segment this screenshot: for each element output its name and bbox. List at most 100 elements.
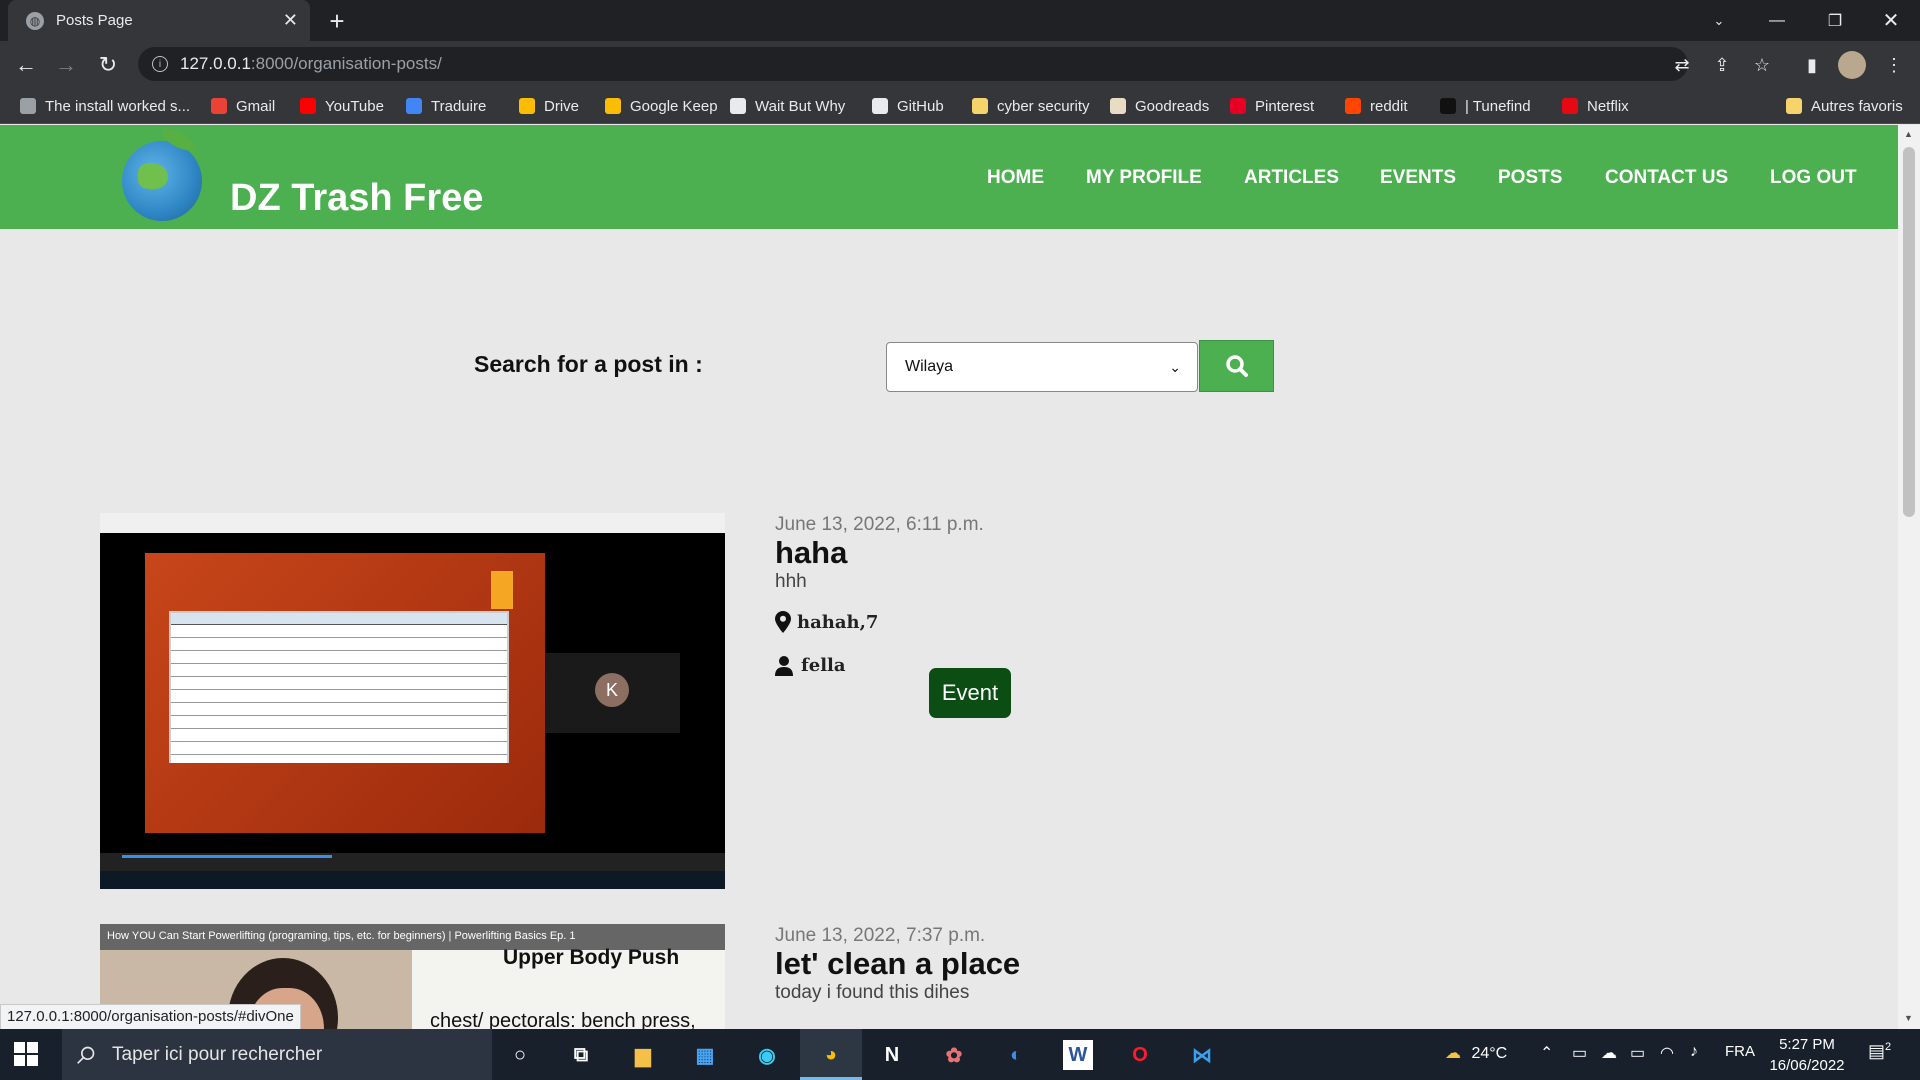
tab-posts-page[interactable]: ◍ Posts Page ✕: [8, 0, 310, 41]
side-panel-icon[interactable]: ▮: [1800, 53, 1824, 77]
microsoft-store-icon[interactable]: ▦: [685, 1035, 725, 1075]
bookmark-item[interactable]: YouTube: [300, 94, 384, 118]
volume-icon[interactable]: ♪: [1690, 1043, 1698, 1061]
task-view-circle-icon[interactable]: ○: [500, 1035, 540, 1075]
restore-button[interactable]: ❐: [1806, 0, 1864, 41]
nav-contact-us[interactable]: CONTACT US: [1605, 167, 1728, 189]
bookmark-item[interactable]: Drive: [519, 94, 579, 118]
battery-icon[interactable]: ▭: [1630, 1043, 1645, 1063]
globe-leaf-logo[interactable]: [122, 129, 202, 221]
post-title[interactable]: let' clean a place: [775, 946, 1020, 982]
bookmark-star-icon[interactable]: ☆: [1750, 53, 1774, 77]
notifications-icon[interactable]: ▤2: [1868, 1041, 1891, 1062]
language-indicator[interactable]: FRA: [1725, 1043, 1755, 1060]
bookmark-label: Google Keep: [630, 97, 718, 115]
forward-button[interactable]: →: [50, 49, 82, 81]
site-brand[interactable]: DZ Trash Free: [230, 177, 483, 220]
close-window-button[interactable]: ✕: [1862, 0, 1920, 41]
bookmark-item[interactable]: Netflix: [1562, 94, 1629, 118]
other-bookmarks-folder[interactable]: Autres favoris: [1786, 94, 1903, 118]
chrome-icon[interactable]: ◕: [811, 1035, 851, 1075]
notion-icon[interactable]: N: [872, 1035, 912, 1075]
bookmark-item[interactable]: reddit: [1345, 94, 1408, 118]
bookmark-favicon-icon: [1562, 98, 1578, 114]
wilaya-select[interactable]: Wilaya ⌄: [886, 342, 1198, 392]
share-icon[interactable]: ⇪: [1710, 53, 1734, 77]
address-toolbar: ← → ↻ i 127.0.0.1:8000/organisation-post…: [0, 41, 1920, 88]
other-bookmarks-label: Autres favoris: [1811, 97, 1903, 115]
bookmark-item[interactable]: Gmail: [211, 94, 275, 118]
nav-events[interactable]: EVENTS: [1380, 167, 1456, 189]
bookmark-favicon-icon: [972, 98, 988, 114]
chevron-down-icon: ⌄: [1169, 358, 1181, 375]
tray-overflow-icon[interactable]: ⌃: [1540, 1043, 1553, 1063]
weather-tray[interactable]: ☁ 24°C: [1445, 1043, 1507, 1063]
system-clock[interactable]: 5:27 PM 16/06/2022: [1760, 1034, 1854, 1076]
search-icon: [77, 1046, 95, 1064]
bookmark-label: | Tunefind: [1465, 97, 1531, 115]
nav-my-profile[interactable]: MY PROFILE: [1086, 167, 1202, 189]
post-author-name: fella: [801, 655, 846, 676]
bookmark-item[interactable]: The install worked s...: [20, 94, 190, 118]
close-tab-icon[interactable]: ✕: [283, 10, 298, 31]
windows-start-icon[interactable]: [14, 1042, 38, 1066]
scroll-up-icon[interactable]: ▲: [1904, 129, 1913, 139]
bookmark-item[interactable]: Traduire: [406, 94, 486, 118]
page-viewport: DZ Trash Free HOME MY PROFILE ARTICLES E…: [0, 125, 1898, 1029]
participant-tile: K: [545, 653, 680, 733]
bookmark-item[interactable]: GitHub: [872, 94, 944, 118]
search-button[interactable]: [1199, 340, 1274, 392]
firefox-icon[interactable]: ◐: [996, 1035, 1036, 1075]
nav-posts[interactable]: POSTS: [1498, 167, 1562, 189]
file-explorer-icon[interactable]: ▆: [623, 1035, 663, 1075]
video-window-titlebar: [100, 513, 725, 533]
translate-icon[interactable]: ⇄: [1670, 53, 1694, 77]
globe-icon: ◍: [26, 11, 44, 30]
nav-articles[interactable]: ARTICLES: [1244, 167, 1339, 189]
page-scrollbar[interactable]: ▲ ▼: [1898, 125, 1920, 1029]
bookmark-item[interactable]: Goodreads: [1110, 94, 1209, 118]
wilaya-select-value: Wilaya: [905, 358, 954, 375]
word-icon[interactable]: W: [1063, 1040, 1093, 1070]
bookmark-item[interactable]: Pinterest: [1230, 94, 1314, 118]
reload-button[interactable]: ↻: [92, 49, 124, 81]
bookmark-item[interactable]: Google Keep: [605, 94, 718, 118]
profile-avatar[interactable]: [1838, 51, 1866, 79]
back-button[interactable]: ←: [10, 49, 42, 81]
slide-accent: [491, 571, 513, 609]
taskbar-search-box[interactable]: Taper ici pour rechercher: [62, 1029, 492, 1080]
scrollbar-thumb[interactable]: [1903, 147, 1915, 517]
opera-icon[interactable]: O: [1120, 1035, 1160, 1075]
bookmark-favicon-icon: [730, 98, 746, 114]
bookmark-item[interactable]: | Tunefind: [1440, 94, 1531, 118]
bookmark-item[interactable]: Wait But Why: [730, 94, 845, 118]
post-author: fella: [775, 655, 846, 676]
bookmark-favicon-icon: [1440, 98, 1456, 114]
menu-kebab-icon[interactable]: ⋮: [1882, 53, 1906, 77]
post-image[interactable]: K: [100, 513, 725, 889]
tab-search-icon[interactable]: ⌄: [1690, 0, 1748, 41]
new-tab-button[interactable]: +: [322, 6, 352, 36]
onedrive-icon[interactable]: ☁: [1601, 1043, 1617, 1063]
post-date: June 13, 2022, 7:37 p.m.: [775, 925, 986, 946]
site-header: DZ Trash Free HOME MY PROFILE ARTICLES E…: [0, 125, 1898, 229]
nav-log-out[interactable]: LOG OUT: [1770, 167, 1857, 189]
minimize-button[interactable]: —: [1748, 0, 1806, 41]
meet-now-icon[interactable]: ▭: [1572, 1043, 1587, 1063]
vscode-icon[interactable]: ⋈: [1182, 1035, 1222, 1075]
nav-home[interactable]: HOME: [987, 167, 1044, 189]
bookmark-label: Wait But Why: [755, 97, 846, 115]
task-view-icon[interactable]: ⧉: [561, 1035, 601, 1075]
wifi-icon[interactable]: ◠: [1660, 1043, 1674, 1063]
post-title[interactable]: haha: [775, 535, 847, 571]
edge-icon[interactable]: ◉: [747, 1035, 787, 1075]
folder-icon: [1786, 98, 1802, 114]
event-badge-button[interactable]: Event: [929, 668, 1011, 718]
address-bar[interactable]: i 127.0.0.1:8000/organisation-posts/: [138, 47, 1688, 81]
bookmark-favicon-icon: [20, 98, 36, 114]
paint-icon[interactable]: ✿: [934, 1035, 974, 1075]
scroll-down-icon[interactable]: ▼: [1904, 1013, 1913, 1023]
bookmark-item[interactable]: cyber security: [972, 94, 1090, 118]
status-url-tooltip: 127.0.0.1:8000/organisation-posts/#divOn…: [0, 1004, 301, 1030]
site-info-icon[interactable]: i: [152, 56, 168, 72]
